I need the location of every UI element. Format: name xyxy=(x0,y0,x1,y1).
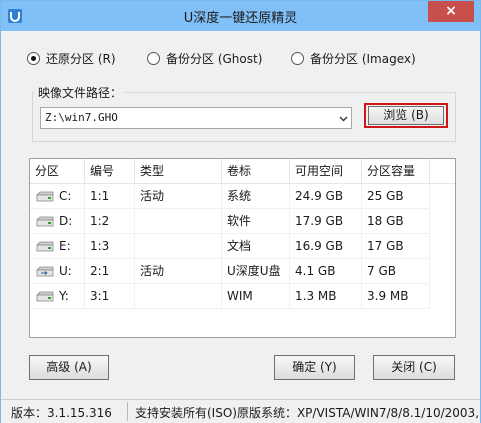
cell-drive: E: xyxy=(30,234,85,259)
cell-number: 1:1 xyxy=(85,184,135,209)
column-header-size[interactable]: 分区容量 xyxy=(362,159,430,184)
radio-backup-imagex-label: 备份分区 (Imagex) xyxy=(310,51,416,66)
cell-size: 18 GB xyxy=(362,209,430,234)
cell-drive: U: xyxy=(30,259,85,284)
cell-number: 2:1 xyxy=(85,259,135,284)
drive-letter: Y: xyxy=(59,289,69,303)
hard-drive-icon xyxy=(36,241,54,252)
cell-type: 活动 xyxy=(135,259,222,284)
radio-backup-imagex[interactable]: 备份分区 (Imagex) xyxy=(291,49,416,67)
cell-label: WIM xyxy=(222,284,290,309)
cell-free: 17.9 GB xyxy=(290,209,362,234)
column-header-label[interactable]: 卷标 xyxy=(222,159,290,184)
window-title: U深度一键还原精灵 xyxy=(183,11,298,26)
title-bar[interactable]: U深度一键还原精灵 × xyxy=(1,1,480,31)
cell-drive: Y: xyxy=(30,284,85,309)
cell-size: 7 GB xyxy=(362,259,430,284)
drive-letter: D: xyxy=(59,214,73,228)
radio-backup-ghost-indicator[interactable] xyxy=(147,51,160,65)
cell-type xyxy=(135,234,222,259)
image-path-caption: 映像文件路径： xyxy=(35,84,126,101)
drive-letter: C: xyxy=(59,189,72,203)
image-path-value: Z:\win7.GHO xyxy=(45,111,118,124)
radio-restore-indicator[interactable] xyxy=(27,51,40,65)
cell-size: 25 GB xyxy=(362,184,430,209)
radio-backup-ghost[interactable]: 备份分区 (Ghost) xyxy=(147,49,262,67)
status-support-text: 支持安装所有(ISO)原版系统：XP/VISTA/WIN7/8/8.1/10/2… xyxy=(135,406,478,420)
cell-type: 活动 xyxy=(135,184,222,209)
ok-button[interactable]: 确定 (Y) xyxy=(274,355,355,380)
table-row[interactable]: Y: 3:1 WIM 1.3 MB 3.9 MB xyxy=(30,284,455,309)
cell-number: 3:1 xyxy=(85,284,135,309)
status-version: 版本：3.1.15.316 xyxy=(11,406,112,420)
drive-letter: U: xyxy=(59,264,72,278)
app-window: U深度一键还原精灵 × 还原分区 (R) 备份分区 (Ghost) 备份分区 (… xyxy=(0,0,481,423)
cell-label: 系统 xyxy=(222,184,290,209)
partition-table[interactable]: 分区 编号 类型 卷标 可用空间 分区容量 C: 1:1 活动 系统 24.9 … xyxy=(29,158,456,338)
hard-drive-icon xyxy=(36,191,54,202)
cell-free: 1.3 MB xyxy=(290,284,362,309)
radio-backup-imagex-indicator[interactable] xyxy=(291,51,304,65)
table-row[interactable]: C: 1:1 活动 系统 24.9 GB 25 GB xyxy=(30,184,455,209)
browse-button[interactable]: 浏览 (B) xyxy=(368,106,444,125)
column-header-free[interactable]: 可用空间 xyxy=(290,159,362,184)
cell-type xyxy=(135,209,222,234)
cell-free: 16.9 GB xyxy=(290,234,362,259)
hard-drive-icon xyxy=(36,291,54,302)
hard-drive-icon xyxy=(36,216,54,227)
radio-restore[interactable]: 还原分区 (R) xyxy=(27,49,116,67)
cell-free: 24.9 GB xyxy=(290,184,362,209)
usb-drive-icon xyxy=(36,266,54,277)
radio-restore-label: 还原分区 (R) xyxy=(46,51,116,66)
cell-number: 1:2 xyxy=(85,209,135,234)
cell-label: 软件 xyxy=(222,209,290,234)
column-header-type[interactable]: 类型 xyxy=(135,159,222,184)
cell-free: 4.1 GB xyxy=(290,259,362,284)
table-header: 分区 编号 类型 卷标 可用空间 分区容量 xyxy=(30,159,455,184)
cell-size: 17 GB xyxy=(362,234,430,259)
cell-type xyxy=(135,284,222,309)
table-row[interactable]: U: 2:1 活动 U深度U盘 4.1 GB 7 GB xyxy=(30,259,455,284)
column-header-partition[interactable]: 分区 xyxy=(30,159,85,184)
close-button[interactable]: 关闭 (C) xyxy=(373,355,455,380)
cell-label: U深度U盘 xyxy=(222,259,290,284)
cell-size: 3.9 MB xyxy=(362,284,430,309)
table-row[interactable]: D: 1:2 软件 17.9 GB 18 GB xyxy=(30,209,455,234)
cell-drive: C: xyxy=(30,184,85,209)
radio-backup-ghost-label: 备份分区 (Ghost) xyxy=(166,51,263,66)
image-path-combobox[interactable]: Z:\win7.GHO xyxy=(40,107,352,129)
status-divider xyxy=(127,402,128,421)
cell-drive: D: xyxy=(30,209,85,234)
status-bar: 版本：3.1.15.316 支持安装所有(ISO)原版系统：XP/VISTA/W… xyxy=(1,399,480,423)
table-row[interactable]: E: 1:3 文档 16.9 GB 17 GB xyxy=(30,234,455,259)
drive-letter: E: xyxy=(59,239,71,253)
advanced-button[interactable]: 高级 (A) xyxy=(29,355,109,380)
chevron-down-icon[interactable] xyxy=(339,114,348,123)
cell-number: 1:3 xyxy=(85,234,135,259)
window-close-button[interactable]: × xyxy=(428,1,474,22)
column-header-number[interactable]: 编号 xyxy=(85,159,135,184)
cell-label: 文档 xyxy=(222,234,290,259)
